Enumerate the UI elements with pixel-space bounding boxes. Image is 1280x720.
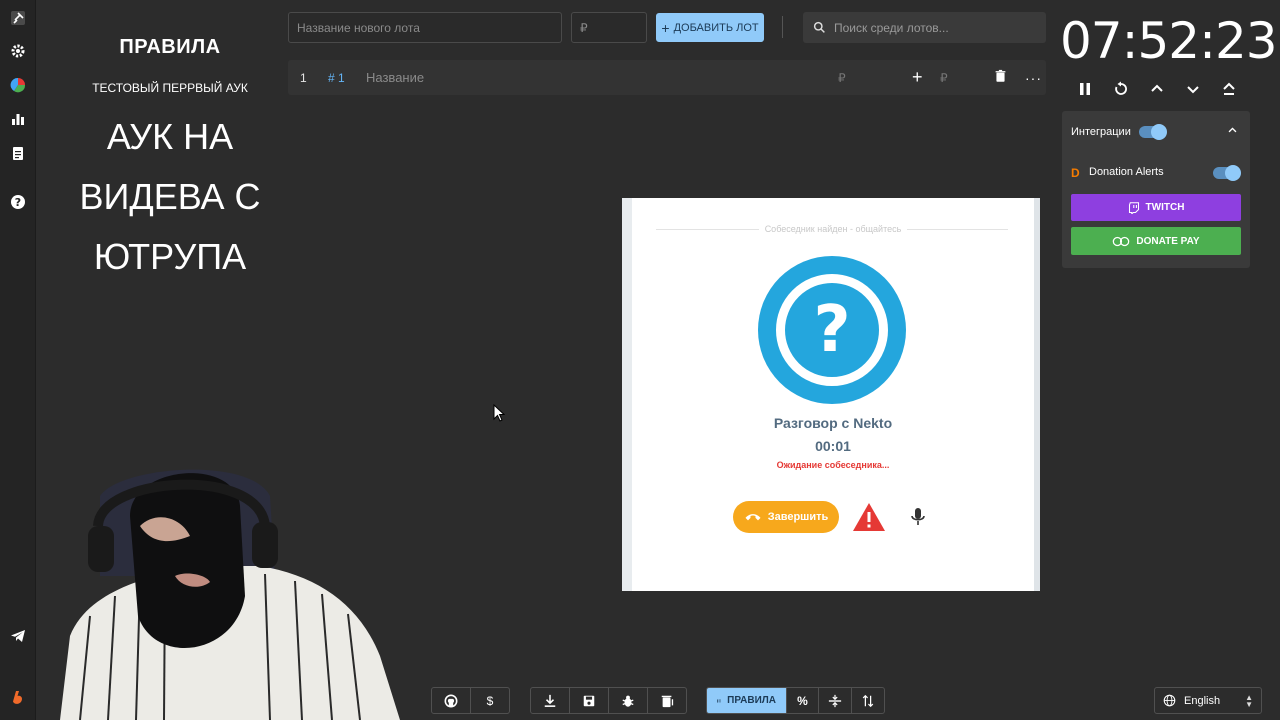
- save-icon[interactable]: [570, 688, 609, 713]
- boosty-icon[interactable]: [8, 688, 28, 708]
- plus-icon: +: [661, 19, 670, 36]
- add-lot-label: ДОБАВИТЬ ЛОТ: [673, 21, 759, 34]
- twitch-button[interactable]: TWITCH: [1071, 194, 1241, 221]
- links-toolbar: $: [431, 687, 510, 714]
- donate-dollar-button[interactable]: $: [471, 688, 509, 713]
- video-status: Собеседник найден - общайтесь: [632, 224, 1034, 234]
- video-chat-window: Собеседник найден - общайтесь ? Разговор…: [622, 198, 1040, 591]
- language-value: English: [1184, 694, 1221, 707]
- add-lot-button[interactable]: + ДОБАВИТЬ ЛОТ: [656, 13, 764, 42]
- pause-icon[interactable]: [1072, 78, 1098, 100]
- lot-index: 1: [300, 70, 307, 85]
- question-mark-icon: ?: [776, 274, 888, 386]
- file-toolbar: [530, 687, 687, 714]
- conversation-timer: 00:01: [815, 438, 851, 454]
- phone-hangup-icon: [745, 514, 761, 521]
- left-nav-rail: ?: [0, 0, 36, 720]
- auction-hammer-icon[interactable]: [8, 8, 28, 28]
- donatepay-icon: [1113, 236, 1130, 246]
- integrations-label: Интеграции: [1071, 126, 1131, 138]
- donatepay-label: DONATE PAY: [1136, 235, 1200, 247]
- toolbar-divider: [782, 16, 783, 38]
- donation-alerts-row: D Donation Alerts: [1071, 165, 1241, 181]
- chevron-down-icon[interactable]: [1180, 78, 1206, 100]
- lot-id: # 1: [328, 70, 345, 85]
- gear-icon[interactable]: [8, 41, 28, 61]
- lot-title-input[interactable]: Название: [366, 70, 424, 85]
- search-input[interactable]: [834, 20, 1034, 35]
- lot-amount[interactable]: ₽: [838, 71, 846, 85]
- twitch-label: TWITCH: [1145, 202, 1185, 213]
- reset-icon[interactable]: [1108, 78, 1134, 100]
- compress-icon[interactable]: [819, 688, 852, 713]
- rules-line: АУК НА: [106, 116, 234, 157]
- github-icon[interactable]: [432, 688, 471, 713]
- rules-line: ВИДЕВА С: [79, 176, 261, 217]
- lot-row: 1 # 1 Название ₽ + ₽ ···: [288, 60, 1046, 95]
- new-lot-name-input[interactable]: [288, 12, 562, 43]
- warning-icon[interactable]: [852, 502, 886, 532]
- percent-toggle-button[interactable]: %: [787, 688, 819, 713]
- timer-controls: [1072, 78, 1242, 100]
- view-toolbar: ПРАВИЛА %: [706, 687, 885, 714]
- twitch-icon: [1128, 201, 1139, 214]
- rules-line: ЮТРУПА: [93, 236, 247, 277]
- donation-alerts-icon: D: [1071, 166, 1080, 180]
- rules-panel: ПРАВИЛА ТЕСТОВЫЙ ПЕРРВЫЙ АУК АУК НА ВИДЕ…: [60, 36, 280, 287]
- telegram-icon[interactable]: [8, 626, 28, 646]
- donatepay-button[interactable]: DONATE PAY: [1071, 227, 1241, 255]
- search-icon: [813, 21, 825, 33]
- pie-chart-icon[interactable]: [8, 75, 28, 95]
- sort-icon[interactable]: [852, 688, 884, 713]
- unknown-user-avatar: ?: [758, 256, 906, 404]
- lot-add-amount[interactable]: ₽: [940, 71, 948, 85]
- rules-toggle-label: ПРАВИЛА: [727, 695, 776, 706]
- video-status-text: Собеседник найден - общайтесь: [758, 224, 908, 234]
- lot-search[interactable]: [803, 12, 1046, 43]
- chevron-up-icon[interactable]: [1227, 125, 1238, 139]
- trash-icon[interactable]: [994, 69, 1007, 86]
- rules-toggle-button[interactable]: ПРАВИЛА: [707, 688, 787, 713]
- rules-text: АУК НА ВИДЕВА С ЮТРУПА: [60, 107, 280, 287]
- clipboard-icon[interactable]: [8, 143, 28, 163]
- chevron-up-icon[interactable]: [1144, 78, 1170, 100]
- bug-icon[interactable]: [609, 688, 648, 713]
- globe-icon: [1163, 694, 1176, 707]
- waiting-status: Ожидание собеседника...: [776, 460, 890, 470]
- bar-chart-icon[interactable]: [8, 109, 28, 129]
- end-call-button[interactable]: Завершить: [733, 501, 839, 533]
- end-call-label: Завершить: [767, 511, 829, 523]
- language-select[interactable]: English ▲ ▼: [1154, 687, 1262, 714]
- integrations-panel: Интеграции D Donation Alerts TWITCH DONA…: [1062, 111, 1250, 268]
- rules-title: ПРАВИЛА: [119, 36, 221, 58]
- streamer-webcam: [60, 469, 400, 720]
- donation-alerts-toggle[interactable]: [1213, 165, 1241, 181]
- microphone-icon[interactable]: [908, 506, 928, 528]
- conversation-title: Разговор с Nekto: [773, 415, 893, 431]
- integrations-toggle[interactable]: [1138, 124, 1167, 140]
- more-options-icon[interactable]: ···: [1025, 70, 1042, 86]
- mouse-cursor-icon: [493, 404, 505, 422]
- list-icon: [717, 698, 721, 703]
- double-up-icon[interactable]: [1216, 78, 1242, 100]
- download-icon[interactable]: [531, 688, 570, 713]
- auction-timer: 07:52:23: [1060, 12, 1278, 70]
- lot-amount-input[interactable]: [571, 12, 647, 43]
- rules-subtitle: ТЕСТОВЫЙ ПЕРРВЫЙ АУК: [92, 81, 248, 95]
- donation-alerts-label: Donation Alerts: [1089, 166, 1164, 178]
- integrations-header: Интеграции: [1071, 124, 1167, 140]
- delete-all-icon[interactable]: [648, 688, 686, 713]
- select-arrows-icon: ▲ ▼: [1245, 692, 1253, 709]
- add-amount-icon[interactable]: +: [912, 67, 923, 88]
- help-icon[interactable]: ?: [8, 192, 28, 212]
- svg-text:?: ?: [15, 196, 21, 209]
